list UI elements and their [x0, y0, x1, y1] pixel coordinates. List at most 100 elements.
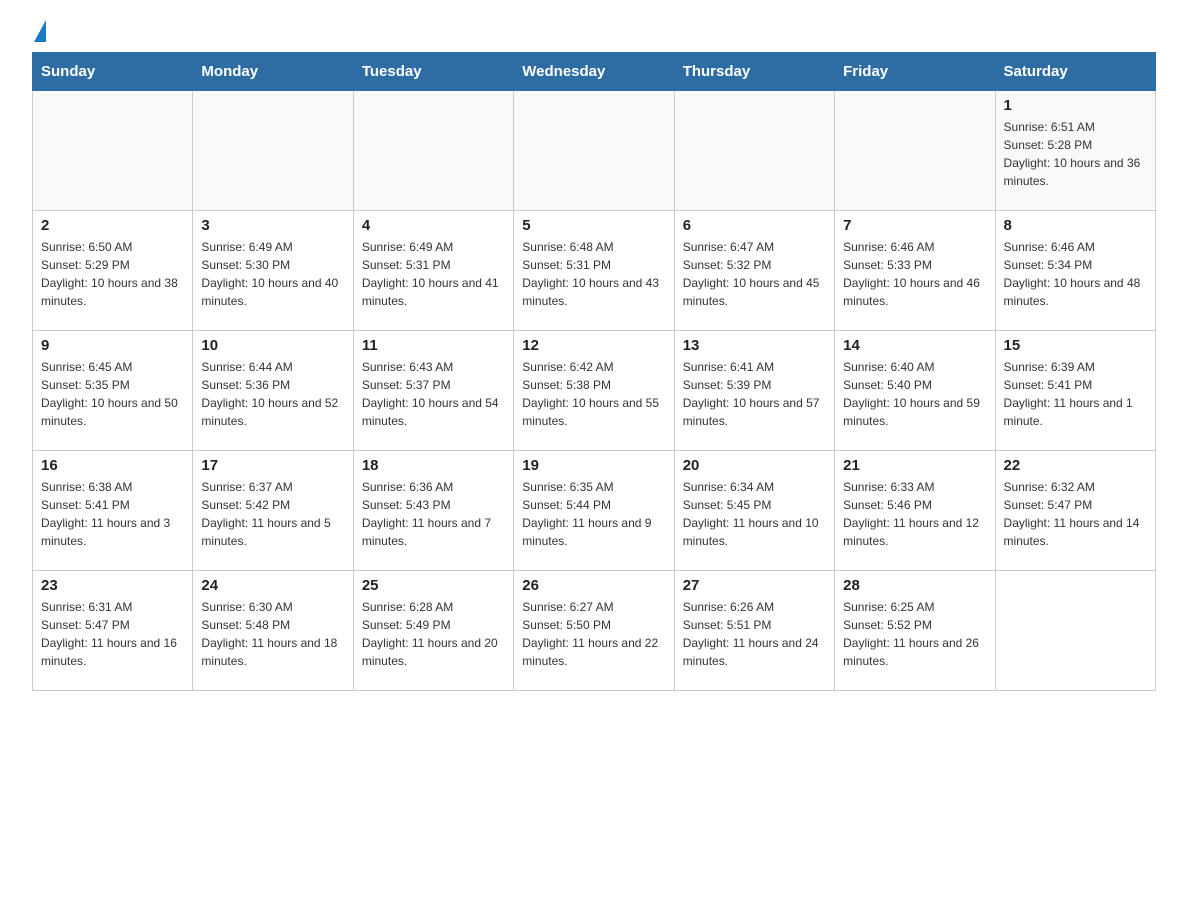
day-info: Sunrise: 6:50 AMSunset: 5:29 PMDaylight:…	[41, 238, 184, 310]
day-number: 6	[683, 217, 826, 234]
day-number: 27	[683, 577, 826, 594]
day-number: 7	[843, 217, 986, 234]
day-info: Sunrise: 6:46 AMSunset: 5:33 PMDaylight:…	[843, 238, 986, 310]
day-number: 28	[843, 577, 986, 594]
calendar-cell: 4 Sunrise: 6:49 AMSunset: 5:31 PMDaylight…	[353, 211, 513, 331]
day-number: 22	[1004, 457, 1147, 474]
day-number: 5	[522, 217, 665, 234]
calendar-header-tuesday: Tuesday	[353, 53, 513, 91]
calendar-cell: 28 Sunrise: 6:25 AMSunset: 5:52 PMDayligh…	[835, 571, 995, 691]
calendar-cell	[353, 91, 513, 211]
day-number: 26	[522, 577, 665, 594]
calendar-header-monday: Monday	[193, 53, 353, 91]
calendar-week-row: 23 Sunrise: 6:31 AMSunset: 5:47 PMDayligh…	[33, 571, 1156, 691]
day-info: Sunrise: 6:37 AMSunset: 5:42 PMDaylight:…	[201, 478, 344, 550]
calendar-cell: 13 Sunrise: 6:41 AMSunset: 5:39 PMDayligh…	[674, 331, 834, 451]
day-number: 20	[683, 457, 826, 474]
day-info: Sunrise: 6:49 AMSunset: 5:30 PMDaylight:…	[201, 238, 344, 310]
calendar-cell: 21 Sunrise: 6:33 AMSunset: 5:46 PMDayligh…	[835, 451, 995, 571]
day-info: Sunrise: 6:39 AMSunset: 5:41 PMDaylight:…	[1004, 358, 1147, 430]
calendar-header-wednesday: Wednesday	[514, 53, 674, 91]
day-info: Sunrise: 6:38 AMSunset: 5:41 PMDaylight:…	[41, 478, 184, 550]
calendar-week-row: 9 Sunrise: 6:45 AMSunset: 5:35 PMDaylight…	[33, 331, 1156, 451]
calendar-cell: 2 Sunrise: 6:50 AMSunset: 5:29 PMDaylight…	[33, 211, 193, 331]
calendar-cell: 16 Sunrise: 6:38 AMSunset: 5:41 PMDayligh…	[33, 451, 193, 571]
calendar-cell: 24 Sunrise: 6:30 AMSunset: 5:48 PMDayligh…	[193, 571, 353, 691]
day-info: Sunrise: 6:27 AMSunset: 5:50 PMDaylight:…	[522, 598, 665, 670]
calendar-cell: 22 Sunrise: 6:32 AMSunset: 5:47 PMDayligh…	[995, 451, 1155, 571]
calendar-cell: 20Sunrise: 6:34 AMSunset: 5:45 PMDayligh…	[674, 451, 834, 571]
calendar-week-row: 16 Sunrise: 6:38 AMSunset: 5:41 PMDayligh…	[33, 451, 1156, 571]
calendar-cell: 12 Sunrise: 6:42 AMSunset: 5:38 PMDayligh…	[514, 331, 674, 451]
day-info: Sunrise: 6:46 AMSunset: 5:34 PMDaylight:…	[1004, 238, 1147, 310]
day-info: Sunrise: 6:49 AMSunset: 5:31 PMDaylight:…	[362, 238, 505, 310]
calendar-cell: 8 Sunrise: 6:46 AMSunset: 5:34 PMDaylight…	[995, 211, 1155, 331]
calendar-header-sunday: Sunday	[33, 53, 193, 91]
day-number: 4	[362, 217, 505, 234]
day-number: 8	[1004, 217, 1147, 234]
calendar-cell	[995, 571, 1155, 691]
day-number: 12	[522, 337, 665, 354]
calendar-cell: 26 Sunrise: 6:27 AMSunset: 5:50 PMDayligh…	[514, 571, 674, 691]
calendar-cell: 14 Sunrise: 6:40 AMSunset: 5:40 PMDayligh…	[835, 331, 995, 451]
calendar-cell: 5 Sunrise: 6:48 AMSunset: 5:31 PMDaylight…	[514, 211, 674, 331]
calendar-table: SundayMondayTuesdayWednesdayThursdayFrid…	[32, 52, 1156, 691]
calendar-cell: 11Sunrise: 6:43 AMSunset: 5:37 PMDayligh…	[353, 331, 513, 451]
page-header	[32, 24, 1156, 36]
calendar-week-row: 1 Sunrise: 6:51 AMSunset: 5:28 PMDaylight…	[33, 91, 1156, 211]
day-info: Sunrise: 6:33 AMSunset: 5:46 PMDaylight:…	[843, 478, 986, 550]
day-info: Sunrise: 6:25 AMSunset: 5:52 PMDaylight:…	[843, 598, 986, 670]
day-info: Sunrise: 6:32 AMSunset: 5:47 PMDaylight:…	[1004, 478, 1147, 550]
day-info: Sunrise: 6:26 AMSunset: 5:51 PMDaylight:…	[683, 598, 826, 670]
calendar-header-row: SundayMondayTuesdayWednesdayThursdayFrid…	[33, 53, 1156, 91]
day-info: Sunrise: 6:41 AMSunset: 5:39 PMDaylight:…	[683, 358, 826, 430]
day-info: Sunrise: 6:31 AMSunset: 5:47 PMDaylight:…	[41, 598, 184, 670]
day-number: 19	[522, 457, 665, 474]
day-info: Sunrise: 6:40 AMSunset: 5:40 PMDaylight:…	[843, 358, 986, 430]
calendar-header-friday: Friday	[835, 53, 995, 91]
calendar-cell: 27 Sunrise: 6:26 AMSunset: 5:51 PMDayligh…	[674, 571, 834, 691]
day-number: 23	[41, 577, 184, 594]
day-number: 9	[41, 337, 184, 354]
calendar-header-saturday: Saturday	[995, 53, 1155, 91]
day-info: Sunrise: 6:48 AMSunset: 5:31 PMDaylight:…	[522, 238, 665, 310]
day-number: 10	[201, 337, 344, 354]
calendar-cell: 7 Sunrise: 6:46 AMSunset: 5:33 PMDaylight…	[835, 211, 995, 331]
calendar-cell: 9 Sunrise: 6:45 AMSunset: 5:35 PMDaylight…	[33, 331, 193, 451]
calendar-cell: 10 Sunrise: 6:44 AMSunset: 5:36 PMDayligh…	[193, 331, 353, 451]
day-number: 17	[201, 457, 344, 474]
day-number: 14	[843, 337, 986, 354]
calendar-cell: 19 Sunrise: 6:35 AMSunset: 5:44 PMDayligh…	[514, 451, 674, 571]
day-info: Sunrise: 6:30 AMSunset: 5:48 PMDaylight:…	[201, 598, 344, 670]
day-number: 24	[201, 577, 344, 594]
day-info: Sunrise: 6:36 AMSunset: 5:43 PMDaylight:…	[362, 478, 505, 550]
calendar-cell: 25 Sunrise: 6:28 AMSunset: 5:49 PMDayligh…	[353, 571, 513, 691]
day-info: Sunrise: 6:42 AMSunset: 5:38 PMDaylight:…	[522, 358, 665, 430]
day-info: Sunrise: 6:45 AMSunset: 5:35 PMDaylight:…	[41, 358, 184, 430]
day-info: Sunrise: 6:51 AMSunset: 5:28 PMDaylight:…	[1004, 118, 1147, 190]
day-info: Sunrise: 6:28 AMSunset: 5:49 PMDaylight:…	[362, 598, 505, 670]
day-number: 11	[362, 337, 505, 354]
day-info: Sunrise: 6:44 AMSunset: 5:36 PMDaylight:…	[201, 358, 344, 430]
calendar-week-row: 2 Sunrise: 6:50 AMSunset: 5:29 PMDaylight…	[33, 211, 1156, 331]
calendar-cell: 23 Sunrise: 6:31 AMSunset: 5:47 PMDayligh…	[33, 571, 193, 691]
calendar-cell	[193, 91, 353, 211]
day-number: 1	[1004, 97, 1147, 114]
calendar-cell	[514, 91, 674, 211]
day-number: 25	[362, 577, 505, 594]
day-number: 18	[362, 457, 505, 474]
day-info: Sunrise: 6:47 AMSunset: 5:32 PMDaylight:…	[683, 238, 826, 310]
calendar-cell: 3Sunrise: 6:49 AMSunset: 5:30 PMDaylight…	[193, 211, 353, 331]
calendar-cell: 15Sunrise: 6:39 AMSunset: 5:41 PMDayligh…	[995, 331, 1155, 451]
day-number: 16	[41, 457, 184, 474]
calendar-cell	[674, 91, 834, 211]
day-number: 13	[683, 337, 826, 354]
calendar-cell: 17 Sunrise: 6:37 AMSunset: 5:42 PMDayligh…	[193, 451, 353, 571]
day-number: 21	[843, 457, 986, 474]
calendar-cell	[33, 91, 193, 211]
day-number: 2	[41, 217, 184, 234]
calendar-cell: 18 Sunrise: 6:36 AMSunset: 5:43 PMDayligh…	[353, 451, 513, 571]
day-info: Sunrise: 6:35 AMSunset: 5:44 PMDaylight:…	[522, 478, 665, 550]
logo-triangle-icon	[34, 20, 46, 42]
calendar-cell: 1 Sunrise: 6:51 AMSunset: 5:28 PMDaylight…	[995, 91, 1155, 211]
